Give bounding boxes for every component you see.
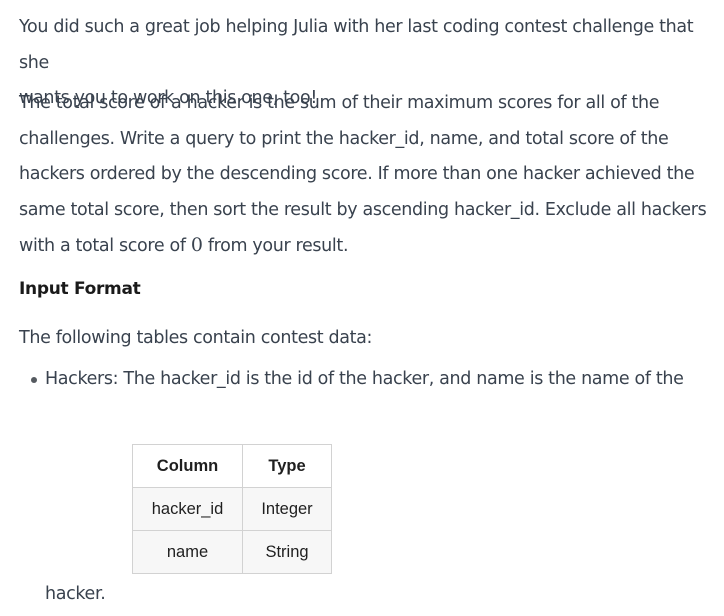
description-line-5-before: with a total score of — [19, 236, 191, 256]
type-header: Type — [242, 444, 332, 488]
bullet-tail-text: hacker. — [45, 584, 106, 604]
bullet-dot-icon — [31, 377, 37, 383]
input-format-intro: The following tables contain contest dat… — [19, 328, 373, 348]
description-line-3: hackers ordered by the descending score.… — [19, 164, 695, 184]
description-line-2: challenges. Write a query to print the h… — [19, 128, 669, 149]
hackers-bullet-text: Hackers: The hacker_id is the id of the … — [45, 369, 684, 389]
zero-score-value: 0 — [190, 234, 203, 256]
column-name-cell: name — [132, 530, 243, 574]
column-type-cell: String — [242, 530, 332, 574]
description-line-5-after: from your result. — [202, 236, 349, 256]
table-row: name String — [132, 530, 332, 574]
description-line-4: same total score, then sort the result b… — [19, 199, 707, 220]
intro-line-1: You did such a great job helping Julia w… — [19, 17, 694, 73]
column-header: Column — [132, 444, 243, 488]
column-name-cell: hacker_id — [132, 487, 243, 531]
problem-statement: You did such a great job helping Julia w… — [0, 0, 724, 616]
table-row: hacker_id Integer — [132, 487, 332, 531]
table-header-row: Column Type — [132, 444, 332, 488]
input-format-heading: Input Format — [19, 279, 141, 299]
column-type-cell: Integer — [242, 487, 332, 531]
description-paragraph: The total score of a hacker is the sum o… — [19, 86, 709, 265]
description-line-1: The total score of a hacker is the sum o… — [19, 93, 660, 113]
hackers-schema-table: Column Type hacker_id Integer name Strin… — [132, 444, 332, 574]
